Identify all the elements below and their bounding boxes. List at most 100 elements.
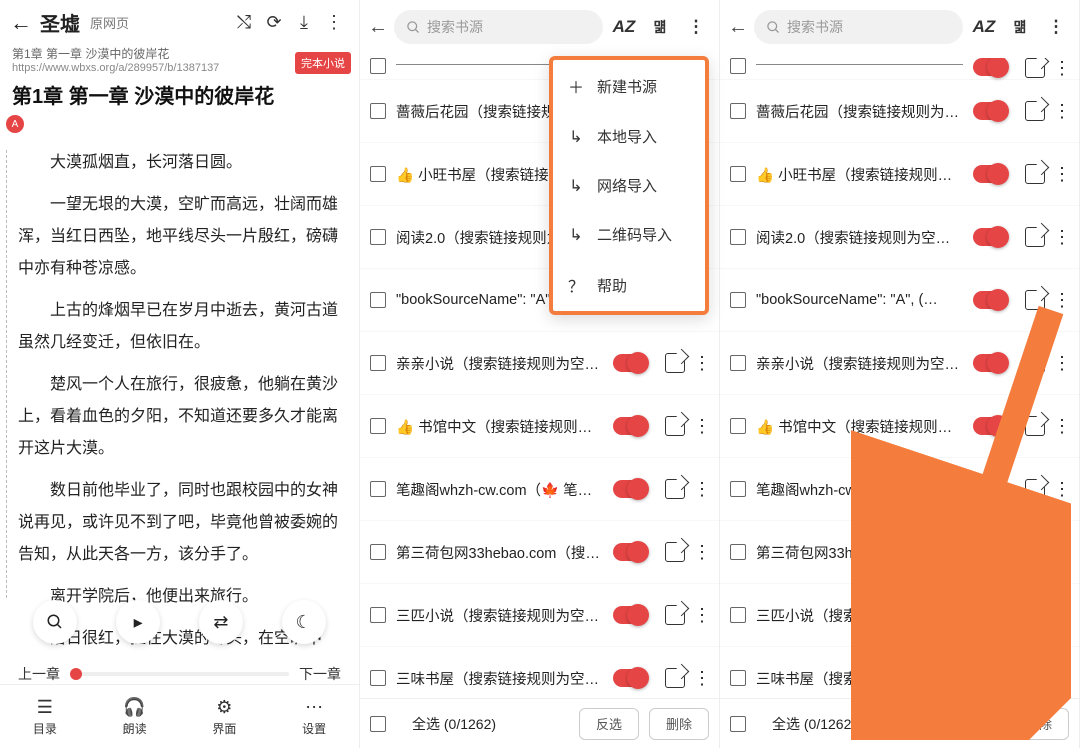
next-chapter[interactable]: 下一章 [299, 664, 341, 684]
download-icon[interactable]: ⤓ [289, 12, 319, 33]
nav-settings[interactable]: ⋯设置 [269, 685, 359, 748]
item-more-icon[interactable]: ⋮ [1053, 58, 1069, 79]
item-checkbox[interactable] [730, 58, 746, 74]
item-checkbox[interactable] [730, 166, 746, 182]
item-checkbox[interactable] [370, 607, 386, 623]
origin-link[interactable]: 原网页 [90, 13, 129, 32]
item-more-icon[interactable]: ⋮ [1053, 290, 1069, 311]
menu-local-import[interactable]: ↳本地导入 [553, 112, 705, 161]
menu-network-import[interactable]: ↳网络导入 [553, 161, 705, 210]
enable-toggle[interactable] [613, 480, 647, 498]
item-checkbox[interactable] [730, 292, 746, 308]
item-checkbox[interactable] [370, 544, 386, 560]
loop-button[interactable]: ⇄ [199, 600, 243, 644]
shuffle-icon[interactable]: ⤭ [229, 12, 259, 33]
edit-icon[interactable] [1025, 353, 1045, 373]
item-checkbox[interactable] [730, 481, 746, 497]
sort-az-icon[interactable]: AZ [609, 17, 639, 37]
edit-icon[interactable] [665, 605, 685, 625]
group-icon[interactable]: 먦 [1005, 17, 1035, 37]
list-item[interactable]: 亲亲小说（搜索链接规则为空，…⋮ [360, 332, 719, 395]
menu-help[interactable]: ？帮助 [553, 259, 705, 311]
nav-ui[interactable]: ⚙界面 [180, 685, 270, 748]
enable-toggle[interactable] [973, 669, 1007, 687]
list-item[interactable]: 👍 书馆中文（搜索链接规则为…⋮ [360, 395, 719, 458]
edit-icon[interactable] [1025, 416, 1045, 436]
item-more-icon[interactable]: ⋮ [693, 416, 709, 437]
more-icon[interactable]: ⋮ [319, 12, 349, 33]
list-item[interactable]: 第三荷包网33hebao.com（搜…⋮ [720, 521, 1079, 584]
annotation-marker[interactable]: A [6, 115, 24, 133]
enable-toggle[interactable] [973, 165, 1007, 183]
item-checkbox[interactable] [370, 355, 386, 371]
delete-button[interactable]: 删除 [649, 708, 709, 740]
item-more-icon[interactable]: ⋮ [1053, 416, 1069, 437]
item-checkbox[interactable] [730, 355, 746, 371]
enable-toggle[interactable] [973, 291, 1007, 309]
item-checkbox[interactable] [370, 418, 386, 434]
edit-icon[interactable] [1025, 542, 1045, 562]
list-item[interactable]: 笔趣阁whzh-cw.com（🍁 笔…⋮ [360, 458, 719, 521]
edit-icon[interactable] [1025, 58, 1045, 78]
prev-chapter[interactable]: 上一章 [18, 664, 60, 684]
delete-button[interactable]: 删除 [1009, 708, 1069, 740]
item-checkbox[interactable] [370, 670, 386, 686]
enable-toggle[interactable] [613, 669, 647, 687]
select-all-checkbox[interactable] [370, 716, 386, 732]
search-button[interactable] [33, 600, 77, 644]
select-all-label[interactable]: 全选 (0/1262) [412, 714, 569, 734]
sort-az-icon[interactable]: AZ [969, 17, 999, 37]
nav-toc[interactable]: ☰目录 [0, 685, 90, 748]
back-icon[interactable]: ← [728, 16, 748, 39]
play-button[interactable]: ▸ [116, 600, 160, 644]
list-item[interactable]: 三匹小说（搜索链接规则为空，…⋮ [720, 584, 1079, 647]
finish-badge[interactable]: 完本小说 [295, 52, 351, 74]
back-icon[interactable]: ← [10, 10, 34, 36]
item-checkbox[interactable] [730, 229, 746, 245]
item-checkbox[interactable] [370, 481, 386, 497]
list-item[interactable]: 蔷薇后花园（搜索链接规则为…⋮ [720, 80, 1079, 143]
item-checkbox[interactable] [730, 670, 746, 686]
menu-qr-import[interactable]: ↳二维码导入 [553, 210, 705, 259]
item-more-icon[interactable]: ⋮ [693, 605, 709, 626]
search-input[interactable]: 搜索书源 [394, 10, 603, 44]
list-item[interactable]: 三味书屋（搜索链接规则为空，…⋮ [720, 647, 1079, 698]
enable-toggle[interactable] [973, 228, 1007, 246]
menu-new-source[interactable]: ＋新建书源 [553, 60, 705, 112]
item-checkbox[interactable] [370, 166, 386, 182]
enable-toggle[interactable] [973, 102, 1007, 120]
select-all-checkbox[interactable] [730, 716, 746, 732]
edit-icon[interactable] [1025, 227, 1045, 247]
item-more-icon[interactable]: ⋮ [1053, 353, 1069, 374]
source-list[interactable]: ⋮蔷薇后花园（搜索链接规则为…⋮👍 小旺书屋（搜索链接规则为…⋮阅读2.0（搜索… [720, 58, 1079, 698]
list-item[interactable]: 亲亲小说（搜索链接规则为空，…⋮ [720, 332, 1079, 395]
item-more-icon[interactable]: ⋮ [1053, 479, 1069, 500]
night-button[interactable]: ☾ [282, 600, 326, 644]
enable-toggle[interactable] [613, 417, 647, 435]
list-item[interactable]: 👍 书馆中文（搜索链接规则为…⋮ [720, 395, 1079, 458]
edit-icon[interactable] [1025, 101, 1045, 121]
enable-toggle[interactable] [973, 543, 1007, 561]
progress-bar[interactable] [70, 672, 289, 676]
refresh-icon[interactable]: ⟳ [259, 12, 289, 33]
enable-toggle[interactable] [973, 606, 1007, 624]
back-icon[interactable]: ← [368, 16, 388, 39]
item-checkbox[interactable] [370, 58, 386, 74]
more-icon[interactable]: ⋮ [681, 17, 711, 37]
item-checkbox[interactable] [370, 292, 386, 308]
select-all-label[interactable]: 全选 (0/1262) [772, 714, 929, 734]
enable-toggle[interactable] [613, 543, 647, 561]
item-checkbox[interactable] [730, 544, 746, 560]
item-more-icon[interactable]: ⋮ [1053, 227, 1069, 248]
item-checkbox[interactable] [730, 607, 746, 623]
edit-icon[interactable] [665, 479, 685, 499]
invert-button[interactable]: 反选 [939, 708, 999, 740]
item-more-icon[interactable]: ⋮ [1053, 605, 1069, 626]
item-more-icon[interactable]: ⋮ [693, 479, 709, 500]
edit-icon[interactable] [1025, 290, 1045, 310]
invert-button[interactable]: 反选 [579, 708, 639, 740]
list-item[interactable]: 三匹小说（搜索链接规则为空，…⋮ [360, 584, 719, 647]
enable-toggle[interactable] [613, 606, 647, 624]
enable-toggle[interactable] [973, 417, 1007, 435]
list-item[interactable]: 👍 小旺书屋（搜索链接规则为…⋮ [720, 143, 1079, 206]
